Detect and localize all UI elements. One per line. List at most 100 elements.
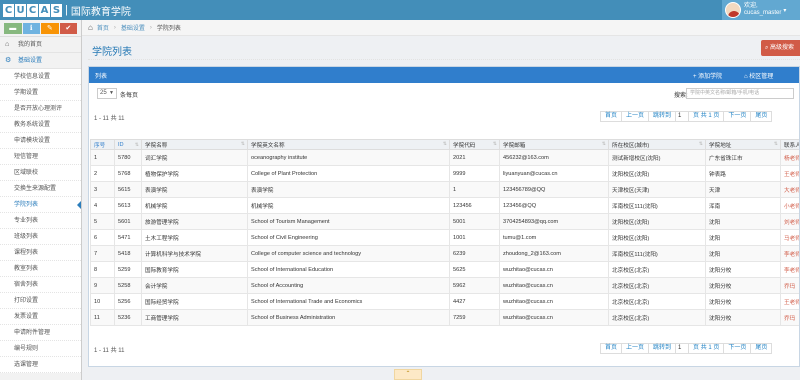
sidebar-item[interactable]: 宿舍列表 [0,277,81,293]
table-cell: 4 [90,197,115,214]
table-cell: 7259 [449,309,500,326]
table-cell: 3 [90,181,115,198]
table-cell: 5471 [114,229,142,246]
breadcrumb-home[interactable]: 首页 [97,23,109,32]
table-cell: wuzhitao@cucas.cn [499,261,609,278]
table-cell: 旅游管理学院 [141,213,248,230]
sidebar-item[interactable]: 选课管理 [0,357,81,373]
info-icon[interactable]: ℹ [22,23,40,34]
sidebar-item[interactable]: 申请模块设置 [0,133,81,149]
sidebar-item[interactable]: 学期设置 [0,85,81,101]
table-cell[interactable]: 李老师 [780,245,799,262]
pencil-icon[interactable]: ✎ [41,23,59,34]
page-number-input[interactable]: 1 [675,111,690,122]
table-row[interactable]: 3 5615 表演学院 表演学院 1 123456789@QQ 天津校区(天津) 天津 大老师 [90,181,799,198]
jump-to-button[interactable]: 跳转到 [648,111,677,122]
table-row[interactable]: 8 5259 国际教育学院 School of International Educa… [90,261,799,278]
brand-logo[interactable]: C U C A S | 国际教育学院 [3,3,131,18]
table-row[interactable]: 7 5418 计算机科学与技术学院 College of computer scien… [90,245,799,262]
table-cell: zhoudong_2@163.com [499,245,609,262]
table-row[interactable]: 1 5780 词汇学院 oceanography institute 2021 45623… [90,149,799,166]
search-input[interactable]: 学院中英文名称/邮箱/手机/电话 [686,88,794,99]
table-cell: 国际经贸学院 [141,293,248,310]
table-cell[interactable]: 李老师 [780,261,799,278]
sidebar-item[interactable]: 短信管理 [0,149,81,165]
collapse-up-icon[interactable]: ⌃ [394,369,422,380]
table-cell: 词汇学院 [141,149,248,166]
page-number-input[interactable]: 1 [675,343,690,354]
gear-icon: ⚙ [5,57,12,64]
sidebar-item[interactable]: 学院列表 [0,197,81,213]
table-row[interactable]: 4 5613 机械学院 机械学院 123456 123456@QQ 浑南校区111(沈阳) 浑… [90,197,799,214]
table-cell: School of International Trade and Econom… [247,293,450,310]
sidebar-item-home[interactable]: ⌂ 我的首页 [0,37,81,53]
next-page-button[interactable]: 下一页 [723,343,752,354]
column-header[interactable]: 学院邮箱 [499,139,609,150]
column-header[interactable]: 学院地址 [705,139,781,150]
prev-page-button[interactable]: 上一页 [621,343,650,354]
sidebar-item[interactable]: 班级列表 [0,229,81,245]
home-icon[interactable]: ⌂ [88,23,93,32]
signal-icon[interactable]: ▬ [4,23,22,34]
table-cell[interactable]: 大老师 [780,181,799,198]
campus-manage-button[interactable]: ⌂ 校区管理 [744,71,773,80]
table-cell[interactable]: 王老师 [780,165,799,182]
first-page-button[interactable]: 首页 [600,343,623,354]
advanced-search-button[interactable]: ⌕ 高级搜索 [761,40,800,56]
table-cell: 北京校区(北京) [608,261,706,278]
prev-page-button[interactable]: 上一页 [621,111,650,122]
table-cell: School of Civil Engineering [247,229,450,246]
last-page-button[interactable]: 尾页 [750,111,773,122]
sidebar-item[interactable]: 是否开放心理测评 [0,101,81,117]
table-cell: wuzhitao@cucas.cn [499,277,609,294]
sidebar-item[interactable]: 区域联校 [0,165,81,181]
next-page-button[interactable]: 下一页 [723,111,752,122]
sidebar-item[interactable]: 专业列表 [0,213,81,229]
sidebar-item[interactable]: 编号规则 [0,341,81,357]
first-page-button[interactable]: 首页 [600,111,623,122]
sidebar-item[interactable]: 教务系统设置 [0,117,81,133]
column-header[interactable]: 所在校区(城市) [608,139,706,150]
user-menu[interactable]: 欢迎, cucas_master ▾ [722,0,800,20]
brand-letter: C [27,3,38,17]
column-header[interactable]: 学院代码 [449,139,500,150]
table-cell: 1001 [449,229,500,246]
table-cell[interactable]: 小老师 [780,197,799,214]
sidebar-item[interactable]: 打印设置 [0,293,81,309]
column-header[interactable]: 学院英文名称 [247,139,450,150]
column-header[interactable]: ID [114,139,142,150]
sidebar-item[interactable]: 课程列表 [0,245,81,261]
breadcrumb-section[interactable]: 基础设置 [121,23,145,32]
table-row[interactable]: 9 5258 会计学院 School of Accounting 5962 wuzhita… [90,277,799,294]
page-size-value: 25 [100,90,107,96]
table-cell[interactable]: 王老师 [780,293,799,310]
table-row[interactable]: 5 5601 旅游管理学院 School of Tourism Management 5… [90,213,799,230]
page-count-label: 页 共 1 页 [688,111,725,122]
table-cell[interactable]: 马老师 [780,229,799,246]
table-cell: 5962 [449,277,500,294]
sidebar-group-basic-settings[interactable]: ⚙ 基础设置 [0,53,81,69]
column-header[interactable]: 学院名称 [141,139,248,150]
page-count-label: 页 共 1 页 [688,343,725,354]
table-cell[interactable]: 乔玛 [780,309,799,326]
table-row[interactable]: 6 5471 土木工程学院 School of Civil Engineering 10… [90,229,799,246]
sidebar-item[interactable]: 发票设置 [0,309,81,325]
sidebar-item[interactable]: 申请附件管理 [0,325,81,341]
table-cell[interactable]: 乔玛 [780,277,799,294]
sidebar-item[interactable]: 交换生来源配置 [0,181,81,197]
add-college-button[interactable]: + 添加学院 [693,71,722,80]
table-row[interactable]: 10 5256 国际经贸学院 School of International Trad… [90,293,799,310]
table-cell[interactable]: 刘老师 [780,213,799,230]
last-page-button[interactable]: 尾页 [750,343,773,354]
sidebar-item[interactable]: 教室列表 [0,261,81,277]
sidebar-item[interactable]: 学校信息设置 [0,69,81,85]
user-greeting: 欢迎, [744,3,758,9]
table-cell: 1 [90,149,115,166]
page-size-select[interactable]: 25 ▼ [97,88,117,99]
check-icon[interactable]: ✔ [59,23,77,34]
jump-to-button[interactable]: 跳转到 [648,343,677,354]
table-row[interactable]: 2 5768 植物保护学院 College of Plant Protection 99… [90,165,799,182]
table-cell[interactable]: 杨老师 [780,149,799,166]
table-row[interactable]: 11 5236 工商管理学院 School of Business Administr… [90,309,799,326]
column-header: 联系人 [780,139,799,150]
